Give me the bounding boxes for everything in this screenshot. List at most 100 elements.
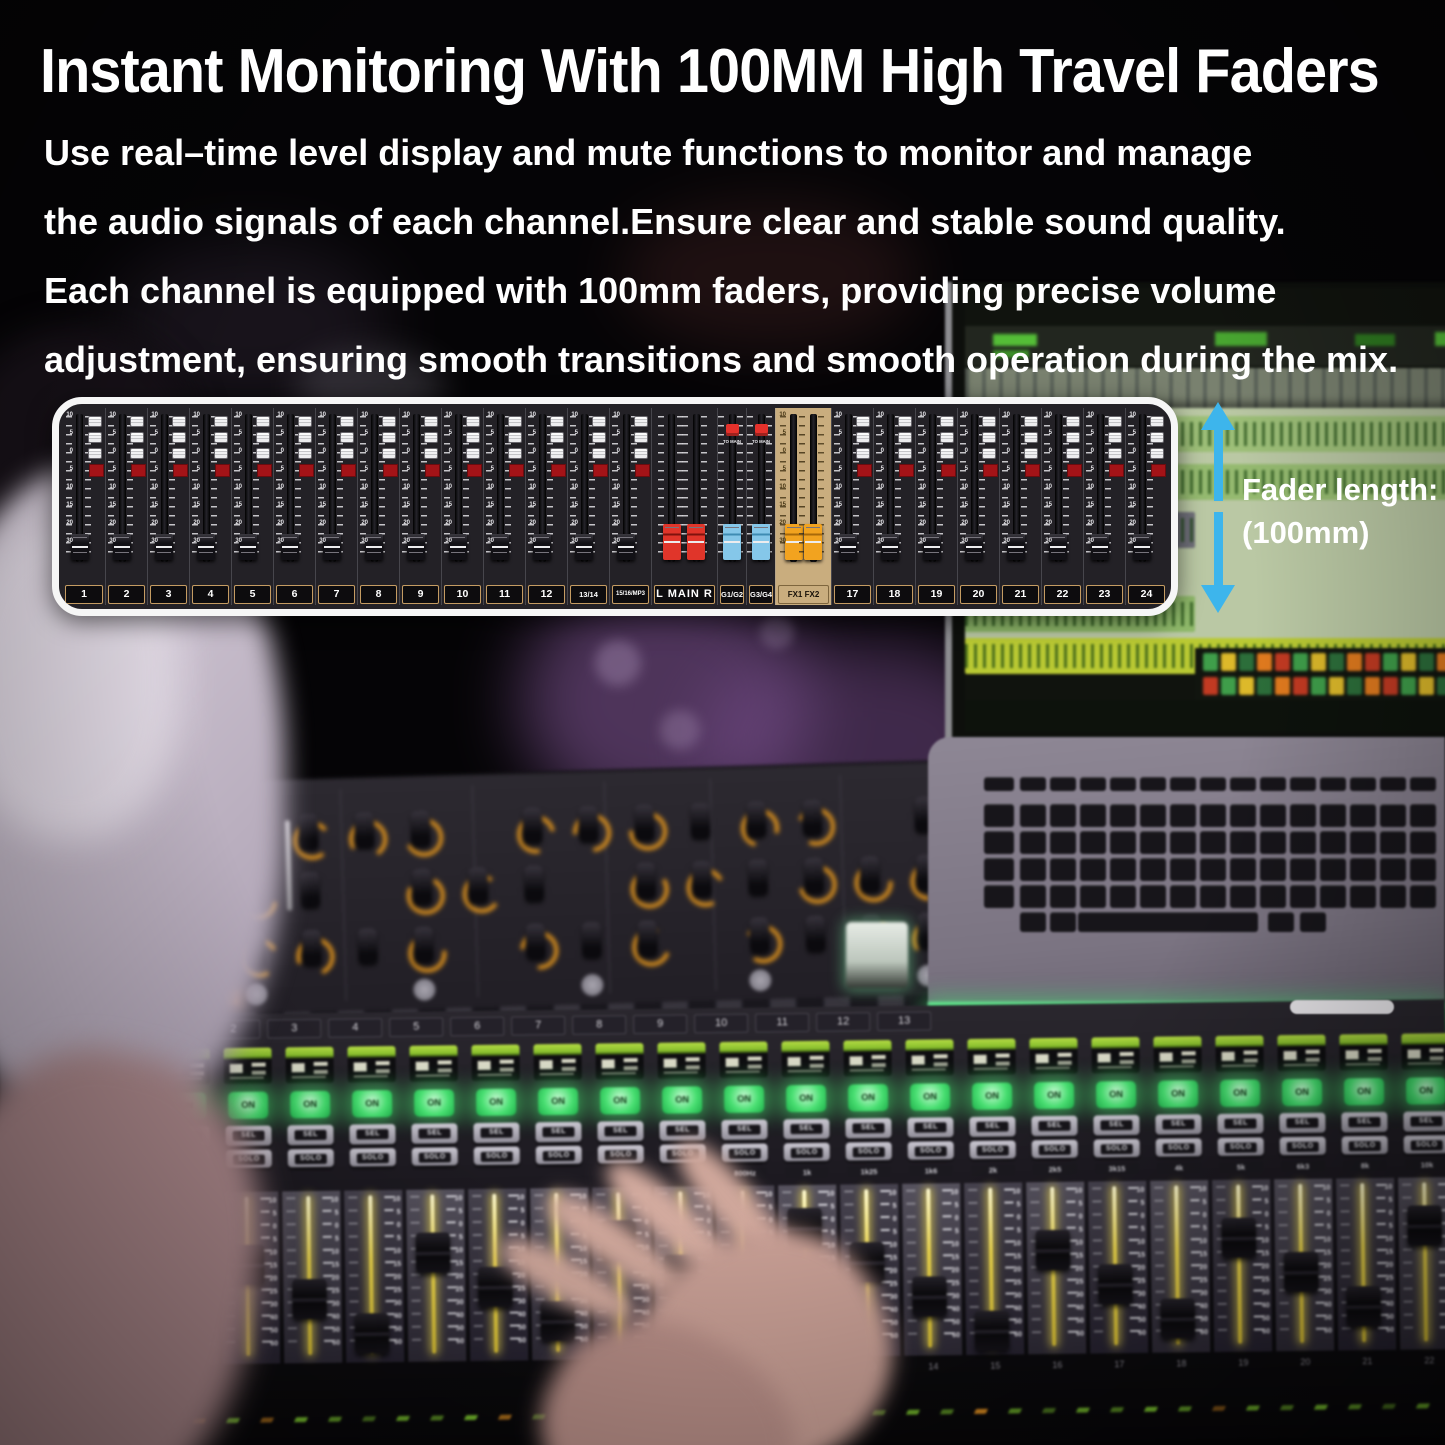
lcd-pixels — [1058, 1053, 1072, 1057]
scale-number: 20 — [611, 520, 620, 526]
lcd-pixels — [540, 1073, 574, 1075]
sel-label: SEL — [294, 1130, 326, 1140]
scale-number: 10 — [527, 484, 536, 490]
laptop-key — [1380, 804, 1406, 827]
fader-scale-number: 0 — [883, 1216, 897, 1223]
scale-number: 10 — [485, 412, 494, 418]
channel-label: 7 — [318, 585, 355, 604]
knob — [634, 804, 654, 841]
laptop-key — [1410, 831, 1436, 854]
lcd-pixels — [726, 1058, 739, 1067]
scale-number: 10 — [149, 412, 158, 418]
channel-button — [982, 448, 996, 459]
laptop-key — [1080, 885, 1106, 908]
fader-scale-number: 30 — [946, 1293, 960, 1300]
fader-cap — [923, 534, 941, 560]
scale-number: 10 — [569, 412, 578, 418]
laptop-key — [1410, 858, 1436, 881]
scale-number: 10 — [317, 484, 326, 490]
laptop-key — [1290, 831, 1316, 854]
fader-scale-number: 60 — [512, 1337, 526, 1344]
status-led — [464, 1415, 478, 1420]
daw-footer — [965, 700, 1445, 732]
scale-number: 10 — [875, 484, 884, 490]
fader-strip: 105051015202530405060 — [1212, 1179, 1272, 1352]
scale-number: 20 — [1001, 520, 1010, 526]
channel-button — [466, 432, 480, 443]
scale-number: 0 — [917, 448, 926, 454]
scale-number: 0 — [1001, 448, 1010, 454]
channel-button — [466, 448, 480, 459]
fader-cap — [407, 534, 425, 560]
scale-number: 10 — [275, 484, 284, 490]
mute-button — [1151, 464, 1166, 477]
channel-strip-11: 105051015203011 — [483, 408, 525, 605]
scale-number: 10 — [1043, 412, 1052, 418]
mute-button — [383, 464, 398, 477]
solo-button: SOLO — [1156, 1138, 1202, 1157]
freq-band-label: 1k25 — [847, 1166, 891, 1178]
fader-led-slot — [1236, 1185, 1242, 1344]
laptop-key — [1080, 858, 1106, 881]
sel-button: SEL — [1031, 1116, 1077, 1137]
fader-scale-number: 10 — [1006, 1188, 1020, 1195]
fader-scale-number: 5 — [1317, 1224, 1331, 1231]
sel-button: SEL — [411, 1123, 457, 1144]
fader-ticks — [286, 1197, 297, 1353]
scale-number: 5 — [401, 430, 410, 436]
channel-lcd — [533, 1044, 581, 1081]
lcd-pixels — [1306, 1058, 1320, 1062]
solo-label: SOLO — [605, 1150, 637, 1160]
channel-strip-24: 105051015203024 — [1125, 408, 1167, 605]
lcd-pixels — [562, 1067, 576, 1071]
marketing-image: 12345678910111213ONSELSOLO10505101520253… — [0, 0, 1445, 1445]
lcd-pixels — [872, 1063, 886, 1067]
scale-number: 30 — [64, 538, 73, 544]
fader-scale-number: 20 — [263, 1275, 277, 1282]
sel-label: SEL — [914, 1122, 946, 1132]
channel-button — [298, 416, 312, 427]
on-button: ON — [1034, 1082, 1074, 1109]
fader-scale-number: 10 — [386, 1196, 400, 1203]
fader-scale-number: 10 — [1316, 1185, 1330, 1192]
channel-button — [382, 448, 396, 459]
scale-number: 20 — [833, 520, 842, 526]
scale-number: 30 — [359, 538, 368, 544]
fader-scale-number: 5 — [1440, 1196, 1445, 1203]
lcd-meter-bar — [471, 1044, 519, 1056]
lcd-pixels — [624, 1066, 638, 1070]
channel-lcd — [905, 1039, 953, 1076]
solo-button: SOLO — [1032, 1140, 1078, 1159]
laptop-key — [1410, 804, 1436, 827]
scale-number: 10 — [611, 484, 620, 490]
scale-number: 5 — [917, 430, 926, 436]
lcd-pixels — [664, 1071, 698, 1073]
scale-number: 5 — [233, 430, 242, 436]
lcd-pixels — [934, 1062, 948, 1066]
fader-scale-number: 40 — [1132, 1304, 1146, 1311]
fader-cap — [1161, 1298, 1195, 1338]
laptop-key — [1140, 831, 1166, 854]
lit-module — [846, 922, 908, 988]
channel-label: G3/G4 — [749, 585, 773, 604]
fader-scale-number: 30 — [388, 1300, 402, 1307]
channel-strip-15-16-mp3: 105051015203015/16/MP3 — [609, 408, 651, 605]
lcd-pixels — [230, 1064, 243, 1073]
scale-number: 10 — [485, 484, 494, 490]
fader-scale-number: 0 — [1193, 1212, 1207, 1219]
scale-number: 30 — [959, 538, 968, 544]
sel-label: SEL — [1410, 1116, 1442, 1126]
scale-number: 0 — [233, 448, 242, 454]
lcd-pixels — [354, 1075, 388, 1077]
daw-clip — [1347, 653, 1362, 671]
channel-label: 21 — [1002, 585, 1039, 604]
status-led — [1382, 1404, 1396, 1409]
solo-button: SOLO — [1404, 1135, 1445, 1154]
scale-number: 30 — [233, 538, 242, 544]
mute-button — [257, 464, 272, 477]
channel-lcd — [471, 1044, 519, 1081]
laptop-key — [1200, 804, 1226, 827]
laptop-key — [1300, 912, 1326, 932]
scale-number: 5 — [1043, 430, 1052, 436]
channel-button — [508, 448, 522, 459]
